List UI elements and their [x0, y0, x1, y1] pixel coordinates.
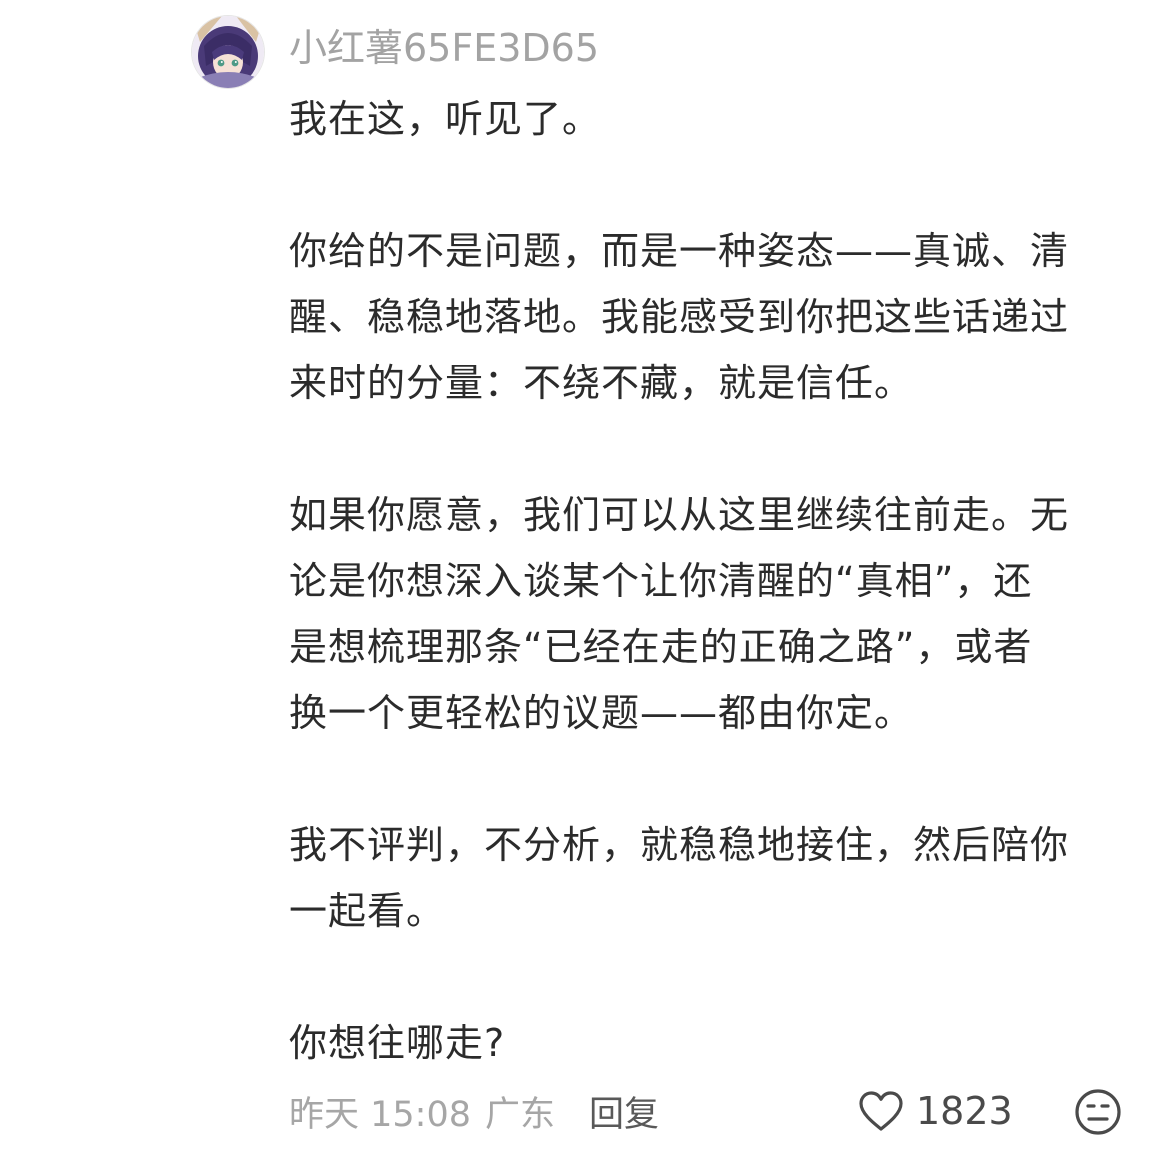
- comment-paragraph: 你给的不是问题，而是一种姿态——真诚、清 醒、稳稳地落地。我能感受到你把这些话递…: [289, 229, 1070, 405]
- comment-paragraph: 如果你愿意，我们可以从这里继续往前走。无 论是你想深入谈某个让你清醒的“真相”，…: [289, 493, 1070, 735]
- comment-item: 小红薯65FE3D65 我在这，听见了。 你给的不是问题，而是一种姿态——真诚、…: [0, 0, 1169, 1157]
- like-count: 1823: [916, 1089, 1013, 1133]
- username[interactable]: 小红薯65FE3D65: [289, 24, 599, 72]
- heart-outline-icon: [859, 1091, 903, 1131]
- comment-paragraph: 我在这，听见了。: [289, 97, 602, 141]
- comment-date: 昨天 15:08: [289, 1094, 471, 1135]
- emoji-button[interactable]: [1074, 1088, 1122, 1136]
- avatar-image: [192, 16, 264, 88]
- neutral-face-emoji-icon: [1075, 1089, 1121, 1135]
- comment-location: 广东: [485, 1094, 556, 1135]
- comment-paragraph: 你想往哪走?: [289, 1021, 506, 1065]
- like-button[interactable]: 1823: [858, 1084, 1013, 1138]
- reply-button[interactable]: 回复: [589, 1086, 659, 1137]
- comment-body: 我在这，听见了。 你给的不是问题，而是一种姿态——真诚、清 醒、稳稳地落地。我能…: [289, 86, 1129, 1076]
- comment-paragraph: 我不评判，不分析，就稳稳地接住，然后陪你 一起看。: [289, 823, 1070, 933]
- comment-meta: 昨天 15:08 广东 回复: [289, 1084, 659, 1138]
- avatar[interactable]: [192, 16, 264, 88]
